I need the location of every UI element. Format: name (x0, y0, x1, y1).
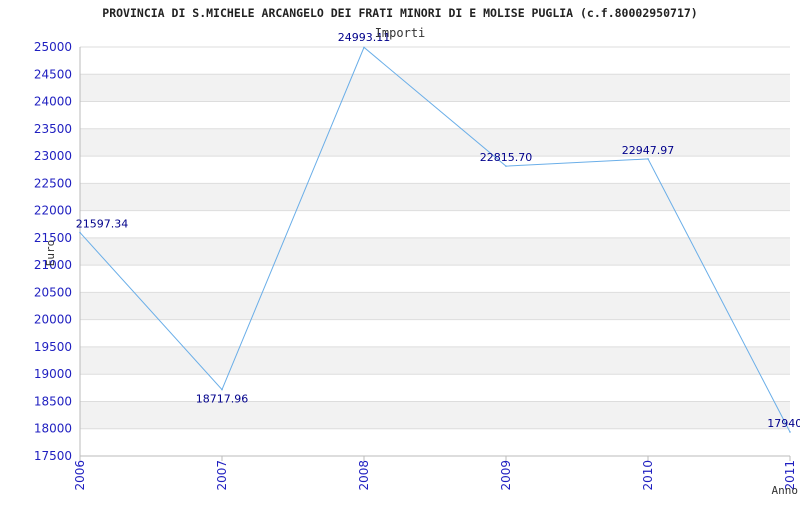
y-tick-label: 20500 (34, 285, 72, 299)
data-point (79, 231, 81, 234)
chart-subtitle: Importi (375, 26, 426, 40)
chart: 17500 18000 18500 19000 19500 20000 20500 21000… (0, 0, 800, 500)
y-axis-label: Euro (44, 240, 57, 267)
grid-band (80, 128, 790, 157)
y-tick-label: 19500 (34, 340, 72, 354)
x-tick-label: 2006 (73, 460, 87, 491)
x-tick-label: 2008 (357, 460, 371, 491)
y-tick-label: 18000 (34, 422, 72, 436)
x-tick-label: 2009 (499, 460, 513, 491)
data-label: 17940.5 (767, 417, 800, 430)
data-point (789, 431, 791, 433)
grid-band (80, 292, 790, 320)
data-label: 22815.70 (480, 151, 533, 164)
data-point (647, 158, 649, 160)
y-tick-label: 20000 (34, 313, 72, 327)
grid-band (80, 74, 790, 102)
x-tick-label: 2007 (215, 460, 229, 491)
y-tick-label: 23000 (34, 149, 72, 163)
plot-bands (80, 74, 790, 429)
y-tick-label: 22500 (34, 176, 72, 190)
y-tick-label: 25000 (34, 40, 72, 54)
data-point (505, 165, 507, 167)
x-tick-label: 2010 (641, 460, 655, 491)
chart-title: PROVINCIA DI S.MICHELE ARCANGELO DEI FRA… (102, 6, 697, 20)
data-point (221, 388, 223, 391)
y-tick-label: 22000 (34, 204, 72, 218)
x-tick-labels: 2006 2007 2008 2009 2010 2011 (73, 460, 797, 491)
y-tick-label: 23500 (34, 122, 72, 136)
grid-band (80, 183, 790, 211)
y-tick-label: 24000 (34, 95, 72, 109)
data-label: 22947.97 (622, 144, 675, 157)
data-point (363, 46, 365, 49)
grid-band (80, 237, 790, 266)
y-tick-label: 17500 (34, 449, 72, 463)
y-tick-label: 19000 (34, 367, 72, 381)
grid-band (80, 401, 790, 429)
y-tick-label: 18500 (34, 394, 72, 408)
data-label: 21597.34 (76, 218, 129, 231)
chart-svg: 1750018000185001900019500200002050021000… (34, 6, 800, 497)
data-label: 18717.96 (196, 393, 249, 406)
x-axis-label: Anno (772, 484, 799, 497)
y-tick-label: 24500 (34, 67, 72, 81)
